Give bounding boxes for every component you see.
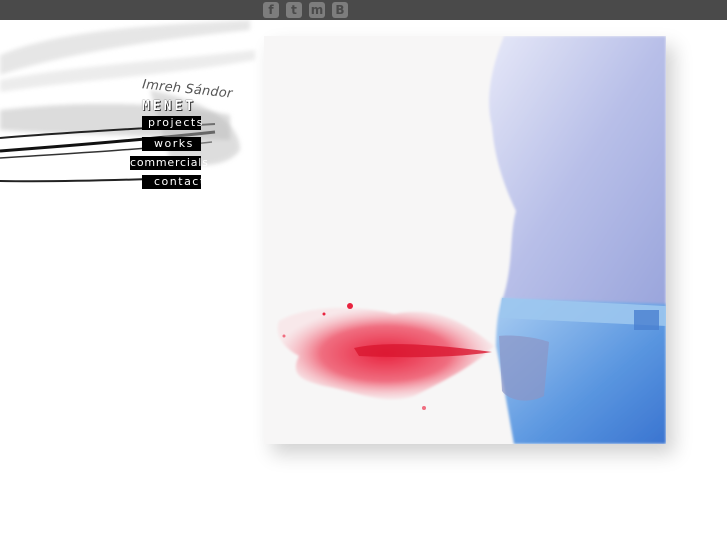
blogger-icon[interactable]: B [332, 2, 348, 18]
artwork-painting [264, 36, 666, 444]
nav-contact[interactable]: contact [142, 175, 204, 189]
nav-projects[interactable]: projects [142, 116, 202, 130]
facebook-icon[interactable]: f [263, 2, 279, 18]
featured-artwork[interactable] [264, 36, 666, 444]
twitter-icon[interactable]: t [286, 2, 302, 18]
top-bar: f t m B [0, 0, 727, 20]
nav-works[interactable]: works [142, 137, 201, 151]
myspace-icon[interactable]: m [309, 2, 325, 18]
social-links: f t m B [263, 2, 348, 18]
site-logo[interactable]: MENET [142, 99, 196, 114]
brush-stroke-decoration [0, 20, 255, 183]
nav-commercials[interactable]: commercials [130, 156, 208, 170]
